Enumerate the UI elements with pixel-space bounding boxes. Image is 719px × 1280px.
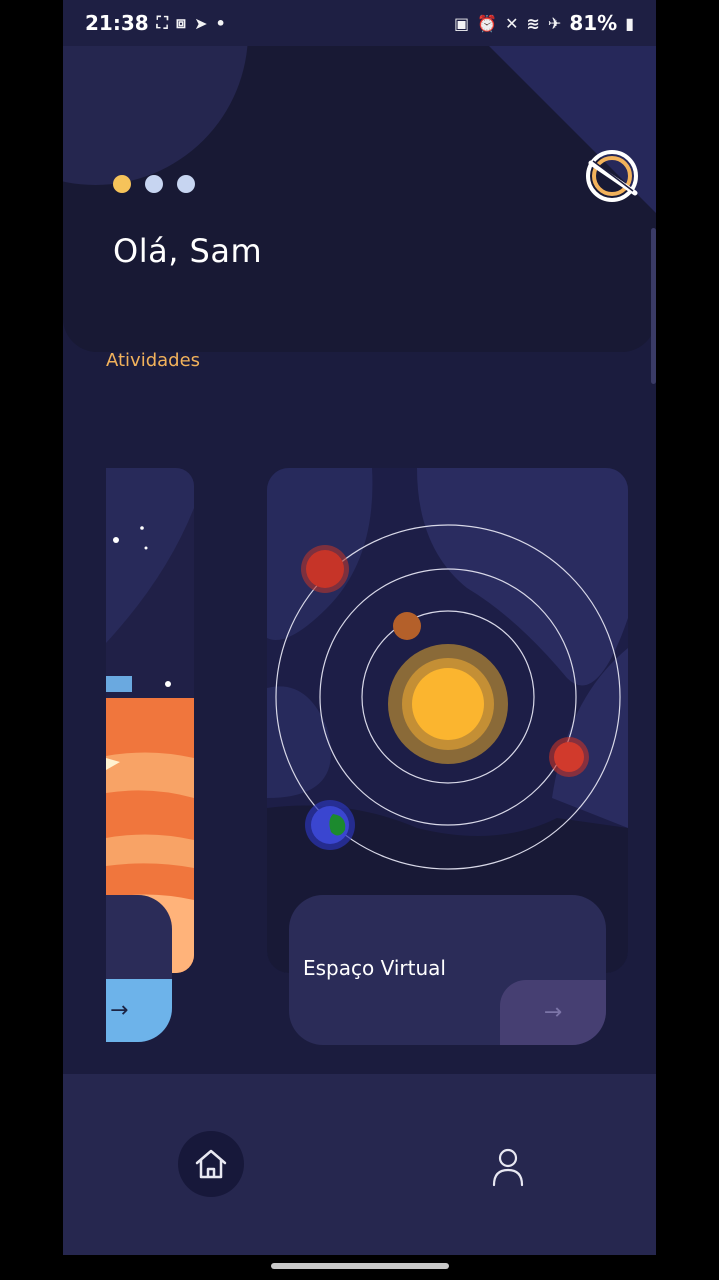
profile-icon [492,1148,524,1187]
scroll-indicator[interactable] [651,228,656,384]
nav-profile-button[interactable] [483,1142,533,1192]
airplane-icon: ✈ [547,13,562,33]
status-time: 21:38 [85,11,149,35]
battery-icon: ▮ [625,13,634,33]
activity-card-espaco-virtual-label[interactable]: Espaço Virtual → [289,895,606,1045]
battery-saver-icon: ▣ [454,13,470,33]
notification-dot-icon: • [215,13,226,33]
section-title: Atividades [106,350,201,371]
nav-home-button[interactable] [178,1131,244,1197]
home-icon [195,1149,227,1179]
activity-card-jupiter-button[interactable]: → [106,979,172,1042]
greeting-text: Olá, Sam [113,232,263,270]
telegram-icon: ➤ [194,13,208,33]
screen-record-icon: ⧈ [175,13,187,32]
status-bar: 21:38 ⛶ ⧈ ➤ • ▣ ⏰ ✕ ≋ ✈ 81% ▮ [63,0,656,46]
arrow-right-icon: → [110,998,129,1023]
bottom-navigation [63,1074,656,1255]
activity-card-espaco-virtual-button[interactable]: → [500,980,606,1045]
planet-ring-icon[interactable] [581,145,643,207]
mute-icon: ✕ [505,13,519,33]
arrow-right-icon: → [543,1000,563,1025]
battery-percentage: 81% [569,11,618,35]
screenshot-icon: ⛶ [156,13,168,32]
card-title: Espaço Virtual [303,956,446,980]
pager-dots [113,175,195,193]
alarm-icon: ⏰ [477,13,498,33]
activity-card-jupiter-label[interactable]: → [106,895,172,1042]
header-banner: Olá, Sam [63,0,656,352]
system-home-bar[interactable] [271,1263,449,1269]
pager-dot-3[interactable] [177,175,195,193]
pager-dot-2[interactable] [145,175,163,193]
app-screen: Olá, Sam 21:38 ⛶ ⧈ ➤ • ▣ ⏰ ✕ ≋ ✈ 81% ▮ A… [63,0,656,1255]
wifi-icon: ≋ [526,13,540,33]
pager-dot-1[interactable] [113,175,131,193]
